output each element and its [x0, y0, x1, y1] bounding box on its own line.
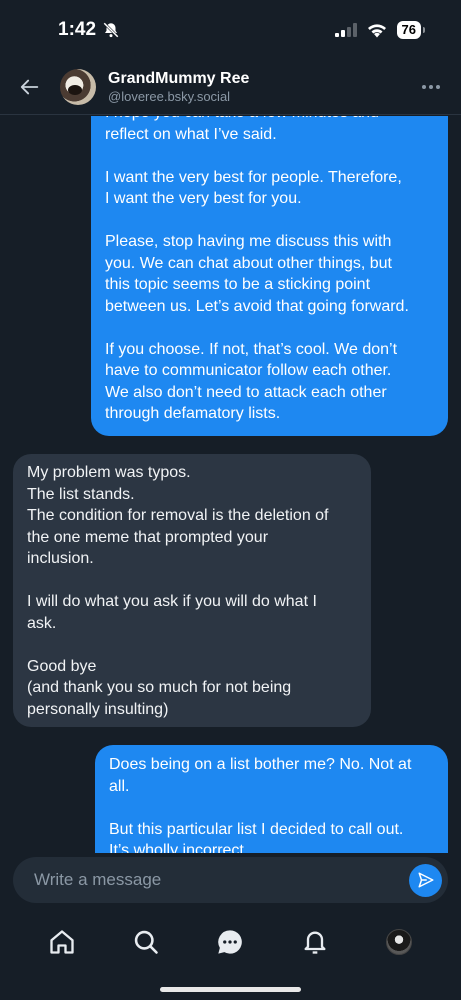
wifi-icon — [367, 23, 386, 37]
message-paragraph: I want the very best for people. Therefo… — [105, 168, 402, 208]
bottom-navigation — [0, 912, 461, 972]
nav-chat[interactable] — [205, 917, 255, 967]
contact-handle: @loveree.bsky.social — [108, 89, 231, 104]
chat-header: GrandMummy Ree @loveree.bsky.social — [0, 60, 461, 115]
battery-indicator: 76 — [396, 21, 426, 39]
message-bubble-sent[interactable]: I hope you can take a few minutes and re… — [91, 116, 448, 436]
message-paragraph: I hope you can take a few minutes and re… — [105, 116, 379, 143]
clock: 1:42 — [58, 19, 97, 40]
message-paragraph: If you choose. If not, that’s cool. We d… — [105, 340, 398, 423]
message-input[interactable] — [34, 870, 409, 890]
home-icon — [50, 930, 74, 954]
ellipsis-icon — [422, 85, 440, 89]
chat-icon — [218, 930, 243, 954]
back-button[interactable] — [0, 60, 60, 115]
message-paragraph: Good bye (and thank you so much for not … — [27, 657, 292, 718]
nav-profile[interactable] — [374, 917, 424, 967]
more-options-button[interactable] — [401, 60, 461, 115]
signal-icon — [334, 23, 357, 37]
send-icon — [418, 872, 433, 888]
status-bar: 1:42 76 — [0, 0, 461, 60]
contact-avatar[interactable] — [60, 69, 96, 105]
message-bubble-sent[interactable]: Does being on a list bother me? No. Not … — [95, 745, 448, 853]
contact-info[interactable]: GrandMummy Ree @loveree.bsky.social — [108, 69, 401, 105]
message-bubble-received[interactable]: My problem was typos. The list stands. T… — [13, 454, 371, 727]
message-paragraph: But this particular list I decided to ca… — [109, 820, 404, 854]
message-list[interactable]: I hope you can take a few minutes and re… — [0, 116, 461, 853]
profile-avatar — [385, 929, 412, 955]
message-composer — [13, 857, 448, 903]
bell-icon — [304, 931, 326, 954]
nav-notifications[interactable] — [290, 917, 340, 967]
contact-name: GrandMummy Ree — [108, 70, 250, 87]
nav-search[interactable] — [121, 917, 171, 967]
status-time: 1:42 — [58, 19, 120, 41]
home-indicator — [160, 987, 301, 992]
message-paragraph: Does being on a list bother me? No. Not … — [109, 756, 412, 795]
bell-slash-icon — [103, 22, 119, 38]
message-paragraph: My problem was typos. The list stands. T… — [27, 464, 329, 567]
status-indicators: 76 — [334, 21, 426, 39]
arrow-left-icon — [20, 79, 39, 95]
message-paragraph: I will do what you ask if you will do wh… — [27, 593, 317, 632]
send-button[interactable] — [409, 863, 442, 897]
search-icon — [135, 930, 159, 954]
message-paragraph: Please, stop having me discuss this with… — [105, 233, 409, 315]
nav-home[interactable] — [37, 917, 87, 967]
